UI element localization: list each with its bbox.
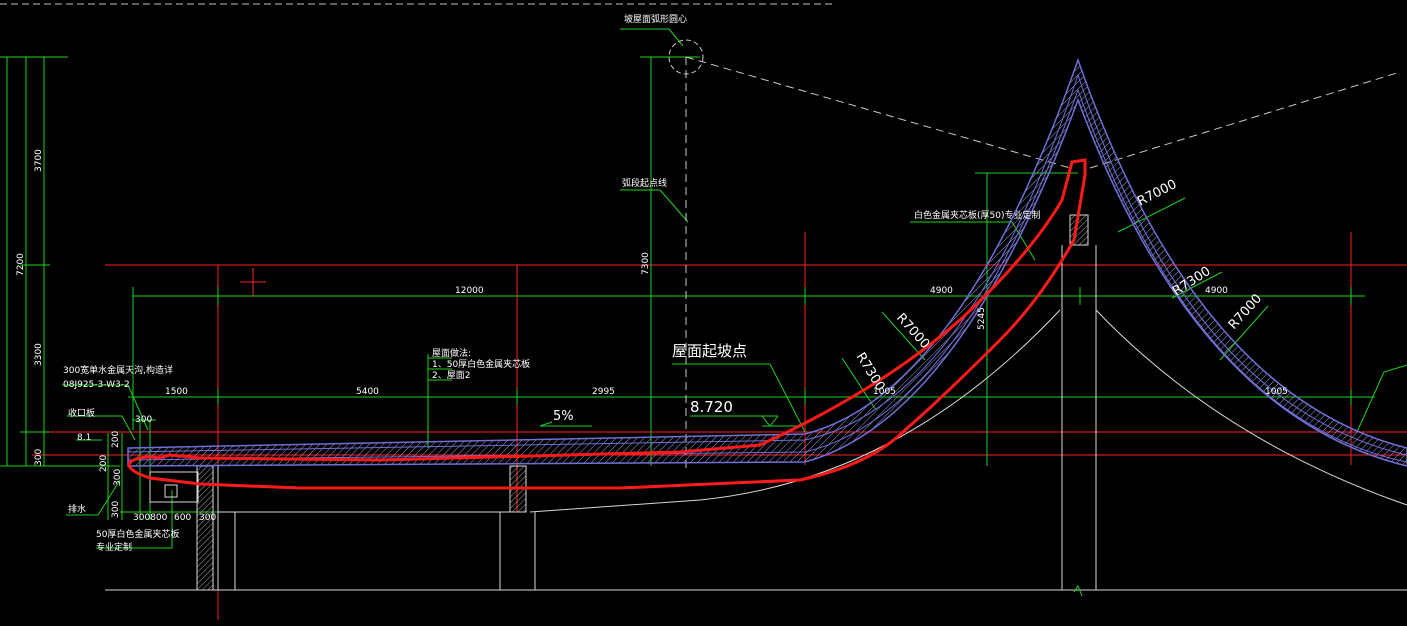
level-81-label: 8.1 (77, 433, 91, 443)
arc-center-label: 坡屋面弧形圆心 (624, 13, 687, 25)
dim-200-b: 200 (99, 455, 109, 472)
gutter-inner (164, 484, 178, 498)
cad-drawing-canvas[interactable]: 坡屋面弧形圆心 弧段起点线 白色金属夹芯板(厚50)专业定制 屋面起坡点 8.7… (0, 0, 1407, 626)
dim-200-a: 200 (111, 431, 121, 448)
dim-1500: 1500 (165, 387, 188, 397)
arc-start-line-label: 弧段起点线 (622, 177, 667, 189)
dim-4900-left: 4900 (930, 286, 953, 296)
gutter-note-line-2: 08J925-3-W3-2 (63, 380, 130, 390)
dim-300-bottom: 300 (34, 449, 44, 466)
roof-start-point-label: 屋面起坡点 (672, 342, 747, 360)
dim-1005-right: 1005 (1265, 387, 1288, 397)
panel-note-line-2: 专业定制 (96, 541, 132, 553)
dim-5245: 5245 (977, 307, 987, 330)
panel-note-line-1: 50厚白色金属夹芯板 (96, 528, 179, 540)
roof-method-title: 屋面做法: (432, 347, 471, 359)
radius-texts: R7000 R7300 R7000 R7000 R7300 (853, 177, 1266, 394)
slope-label: 5% (553, 409, 574, 424)
structure-outline (105, 245, 1407, 591)
red-guide-lines (32, 232, 1407, 620)
metal-panel-label: 白色金属夹芯板(厚50)专业定制 (914, 209, 1040, 221)
eave-board-label: 收口板 (68, 407, 95, 419)
dim-300-b: 300 (113, 469, 123, 486)
roof-slab (127, 57, 1407, 467)
dim-300800: 300800 (133, 513, 168, 523)
dim-300-d: 300 (199, 513, 216, 523)
radius-r7000-right: R7000 (1226, 291, 1265, 332)
roof-method-item-2: 2、屋面2 (432, 370, 470, 381)
dim-600: 600 (174, 513, 191, 523)
dim-4900-right: 4900 (1205, 286, 1228, 296)
dim-5400: 5400 (356, 387, 379, 397)
dim-7200: 7200 (16, 253, 26, 276)
dim-7300-vertical: 7300 (641, 252, 651, 275)
drain-label: 排水 (68, 503, 86, 515)
dim-300-c: 300 (111, 501, 121, 518)
dim-2995: 2995 (592, 387, 615, 397)
roof-method-item-1: 1、50厚白色金属夹芯板 (432, 358, 530, 370)
elevation-label: 8.720 (690, 398, 733, 416)
dim-3700: 3700 (34, 149, 44, 172)
dim-12000: 12000 (455, 286, 484, 296)
dim-300-a: 300 (135, 415, 152, 425)
dim-3300: 3300 (34, 343, 44, 366)
ridge-base-mark (1073, 584, 1083, 597)
gutter-note-line-1: 300宽单水金属天沟,构造详 (63, 364, 173, 376)
